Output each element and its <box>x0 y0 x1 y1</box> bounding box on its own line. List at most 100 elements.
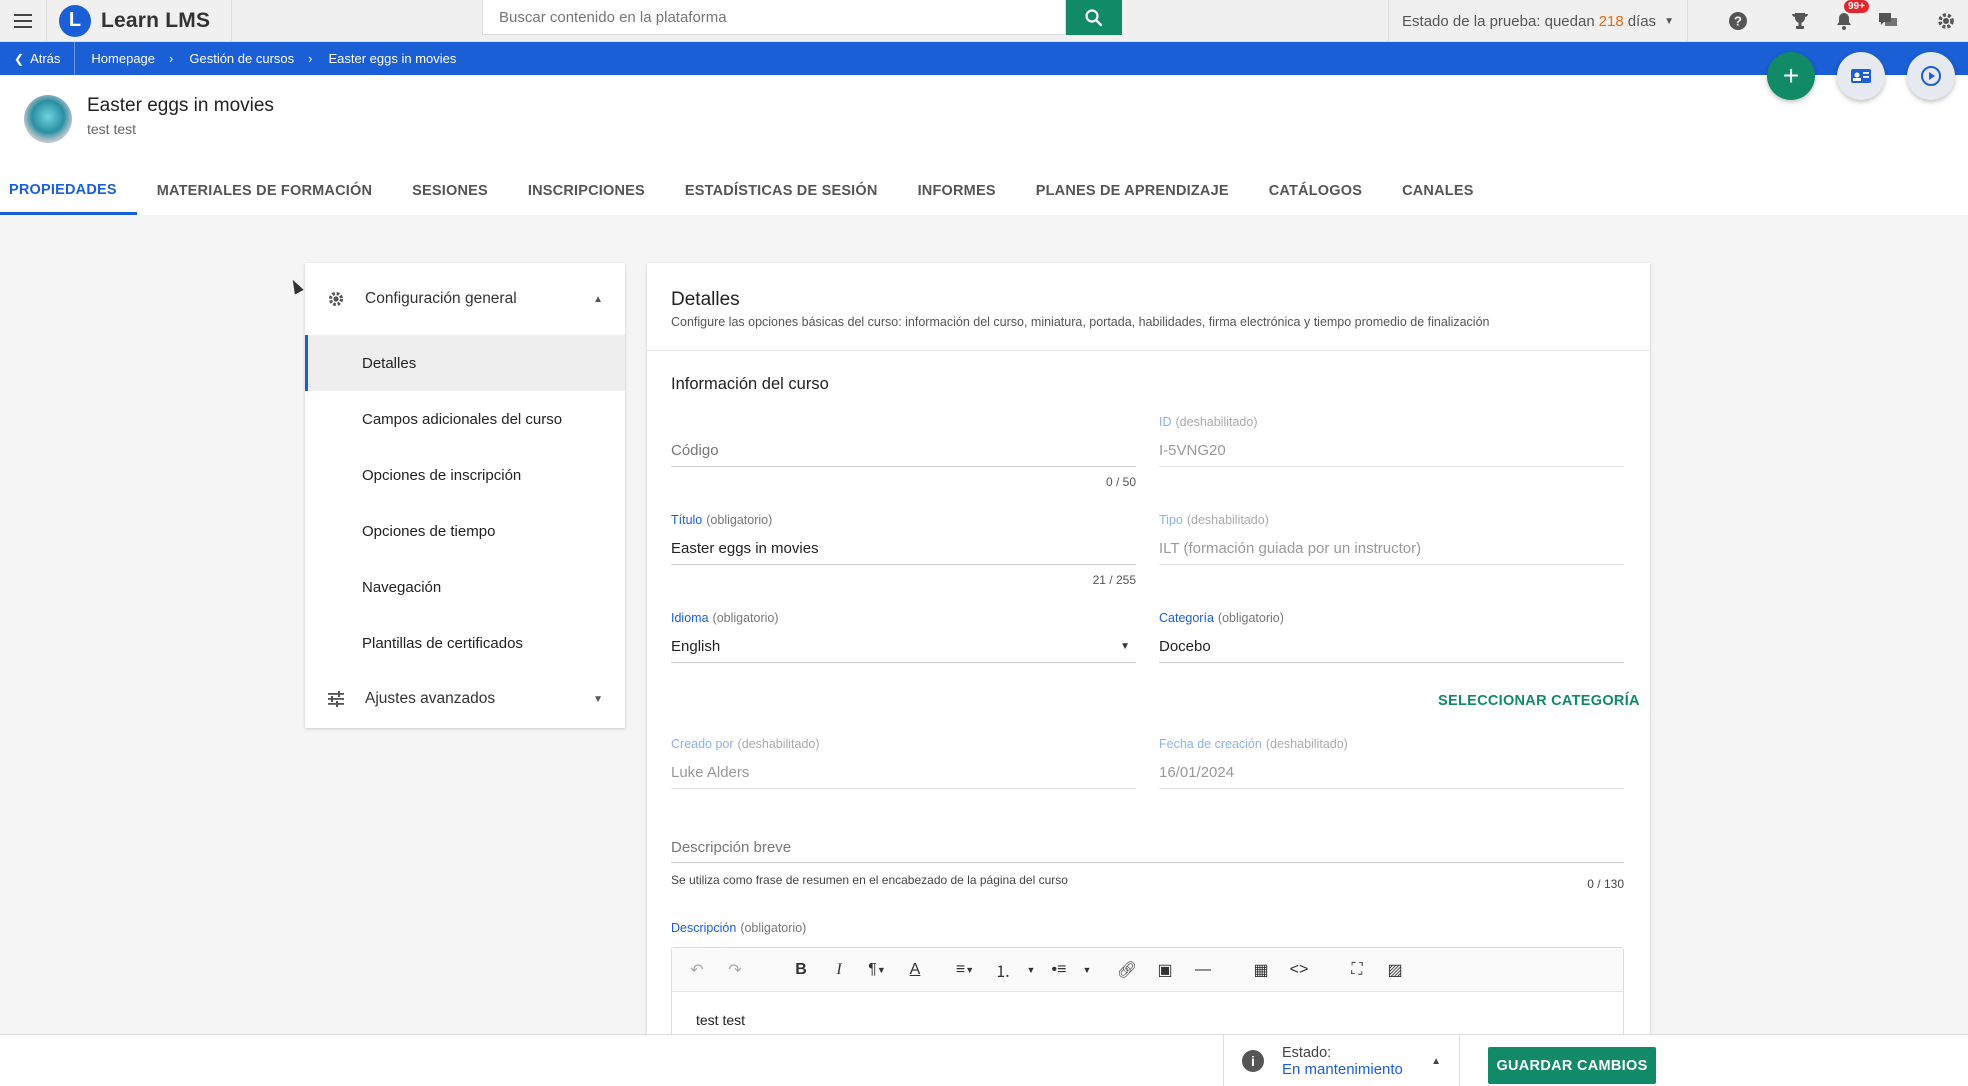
created-date-label: Fecha de creación <box>1159 737 1262 751</box>
italic-icon[interactable]: I <box>820 948 858 992</box>
breadcrumb-item-course-management[interactable]: Gestión de cursos › <box>173 51 312 66</box>
back-button[interactable]: ❮ Atrás <box>0 42 76 75</box>
field-label: Título (obligatorio) <box>671 513 1136 529</box>
id-value: I-5VNG20 <box>1159 431 1624 467</box>
tab-properties[interactable]: PROPIEDADES <box>0 167 137 215</box>
course-card-button[interactable] <box>1837 52 1885 100</box>
short-description-help-row: Se utiliza como frase de resumen en el e… <box>671 873 1624 891</box>
logo-mark: L <box>59 4 91 37</box>
trial-prefix: Estado de la prueba: quedan <box>1402 12 1595 30</box>
sidebar-item-time-options[interactable]: Opciones de tiempo <box>305 503 625 559</box>
field-label: Creado por (deshabilitado) <box>671 737 1136 753</box>
field-label: ID (deshabilitado) <box>1159 415 1624 431</box>
language-field: Idioma (obligatorio) English ▼ <box>671 611 1136 663</box>
sidebar-item-enrollment-options[interactable]: Opciones de inscripción <box>305 447 625 503</box>
video-icon[interactable]: ▣ <box>1146 948 1184 992</box>
code-counter: 0 / 50 <box>1105 475 1136 489</box>
field-note: (deshabilitado) <box>737 737 820 751</box>
code-field: Código 0 / 50 <box>671 415 1136 489</box>
select-category-button[interactable]: SELECCIONAR CATEGORÍA <box>1438 693 1640 709</box>
category-value: Docebo <box>1159 627 1624 663</box>
chat-icon[interactable] <box>1866 0 1910 42</box>
field-label-spacer <box>671 415 1136 431</box>
help-icon[interactable]: ? <box>1716 0 1760 42</box>
details-panel: Detalles Configure las opciones básicas … <box>647 263 1650 1043</box>
id-card-icon <box>1851 69 1871 83</box>
section-title: Información del curso <box>671 375 829 393</box>
breadcrumb-label: Easter eggs in movies <box>328 51 457 66</box>
id-label: ID <box>1159 415 1172 429</box>
redo-icon[interactable]: ↷ <box>716 948 754 992</box>
panel-header: Detalles Configure las opciones básicas … <box>647 263 1650 351</box>
text-color-icon[interactable]: A <box>896 948 934 992</box>
add-button[interactable]: + <box>1767 52 1815 100</box>
sidebar-item-certificate-templates[interactable]: Plantillas de certificados <box>305 615 625 671</box>
sidebar-item-additional-fields[interactable]: Campos adicionales del curso <box>305 391 625 447</box>
image-icon[interactable]: ▨ <box>1376 948 1414 992</box>
trial-status-dropdown[interactable]: Estado de la prueba: quedan 218 días ▼ <box>1388 0 1688 42</box>
tab-sessions[interactable]: SESIONES <box>392 167 508 215</box>
align-icon[interactable]: ≡ ▼ <box>946 948 984 992</box>
logo-text: Learn LMS <box>101 8 211 32</box>
paragraph-format-icon[interactable]: ¶ ▼ <box>858 948 896 992</box>
tab-training-materials[interactable]: MATERIALES DE FORMACIÓN <box>137 167 392 215</box>
title-counter: 21 / 255 <box>1092 573 1136 587</box>
sidebar-item-details[interactable]: Detalles <box>305 335 625 391</box>
code-view-icon[interactable]: <> <box>1280 948 1318 992</box>
panel-title: Detalles <box>671 289 740 310</box>
code-input[interactable]: Código <box>671 431 1136 467</box>
unordered-list-chevron-down-icon[interactable]: ▼ <box>1078 948 1096 992</box>
save-changes-button[interactable]: GUARDAR CAMBIOS <box>1488 1047 1656 1084</box>
undo-icon[interactable]: ↶ <box>678 948 716 992</box>
breadcrumb-label: Homepage <box>91 51 156 66</box>
chevron-up-icon: ▲ <box>593 293 603 305</box>
fullscreen-icon[interactable]: ⛶ <box>1338 948 1376 992</box>
course-tabs: PROPIEDADES MATERIALES DE FORMACIÓN SESI… <box>0 167 1494 215</box>
link-icon[interactable]: 🔗︎ <box>1108 948 1146 992</box>
status-text: Estado: En mantenimiento <box>1282 1045 1403 1078</box>
breadcrumb-item-homepage[interactable]: Homepage › <box>75 51 173 66</box>
description-editor: ↶ ↷ B I ¶ ▼ A ≡ ▼ ⒈ ▼ •≡ ▼ 🔗︎ ▣ — ▦ <> ⛶ ▨… <box>671 947 1624 1043</box>
tab-learning-plans[interactable]: PLANES DE APRENDIZAJE <box>1016 167 1249 215</box>
sidebar-item-navigation[interactable]: Navegación <box>305 559 625 615</box>
play-circle-icon <box>1921 66 1941 86</box>
tab-session-stats[interactable]: ESTADÍSTICAS DE SESIÓN <box>665 167 898 215</box>
tab-reports[interactable]: INFORMES <box>898 167 1016 215</box>
breadcrumb-label: Gestión de cursos <box>189 51 295 66</box>
menu-icon[interactable] <box>0 0 46 42</box>
ordered-list-chevron-down-icon[interactable]: ▼ <box>1022 948 1040 992</box>
info-icon: i <box>1242 1050 1264 1072</box>
field-note: (deshabilitado) <box>1175 415 1258 429</box>
chevron-left-icon: ❮ <box>14 51 25 66</box>
title-input[interactable]: Easter eggs in movies <box>671 529 1136 565</box>
sidebar-group-advanced[interactable]: Ajustes avanzados ▼ <box>305 671 625 727</box>
bold-icon[interactable]: B <box>782 948 820 992</box>
sidebar-group-general[interactable]: Configuración general ▲ <box>305 263 625 335</box>
table-icon[interactable]: ▦ <box>1242 948 1280 992</box>
editor-toolbar: ↶ ↷ B I ¶ ▼ A ≡ ▼ ⒈ ▼ •≡ ▼ 🔗︎ ▣ — ▦ <> ⛶ ▨ <box>672 948 1623 992</box>
panel-description: Configure las opciones básicas del curso… <box>671 315 1490 329</box>
created-by-value: Luke Alders <box>671 753 1136 789</box>
short-description-input[interactable]: Descripción breve <box>671 829 1624 863</box>
tab-enrollments[interactable]: INSCRIPCIONES <box>508 167 665 215</box>
short-description-counter: 0 / 130 <box>1587 877 1624 891</box>
chevron-down-icon: ▼ <box>593 693 603 705</box>
field-label: Idioma (obligatorio) <box>671 611 1136 627</box>
language-select[interactable]: English ▼ <box>671 627 1136 663</box>
description-label-row: Descripción (obligatorio) <box>671 921 806 937</box>
play-preview-button[interactable] <box>1907 52 1955 100</box>
field-note: (obligatorio) <box>712 611 779 625</box>
notifications-icon[interactable]: 99+ <box>1822 0 1869 42</box>
ordered-list-icon[interactable]: ⒈ <box>984 948 1022 992</box>
unordered-list-icon[interactable]: •≡ <box>1040 948 1078 992</box>
status-dropdown[interactable]: i Estado: En mantenimiento ▲ <box>1223 1035 1460 1086</box>
trophy-icon[interactable] <box>1778 0 1822 42</box>
search-input[interactable] <box>482 0 1066 35</box>
tab-channels[interactable]: CANALES <box>1382 167 1494 215</box>
horizontal-line-icon[interactable]: — <box>1184 948 1222 992</box>
tab-catalogs[interactable]: CATÁLOGOS <box>1249 167 1382 215</box>
settings-gear-icon[interactable] <box>1924 0 1968 42</box>
search-button[interactable] <box>1066 0 1122 35</box>
app-logo[interactable]: L Learn LMS <box>46 0 232 42</box>
chevron-down-icon: ▼ <box>1120 641 1130 652</box>
